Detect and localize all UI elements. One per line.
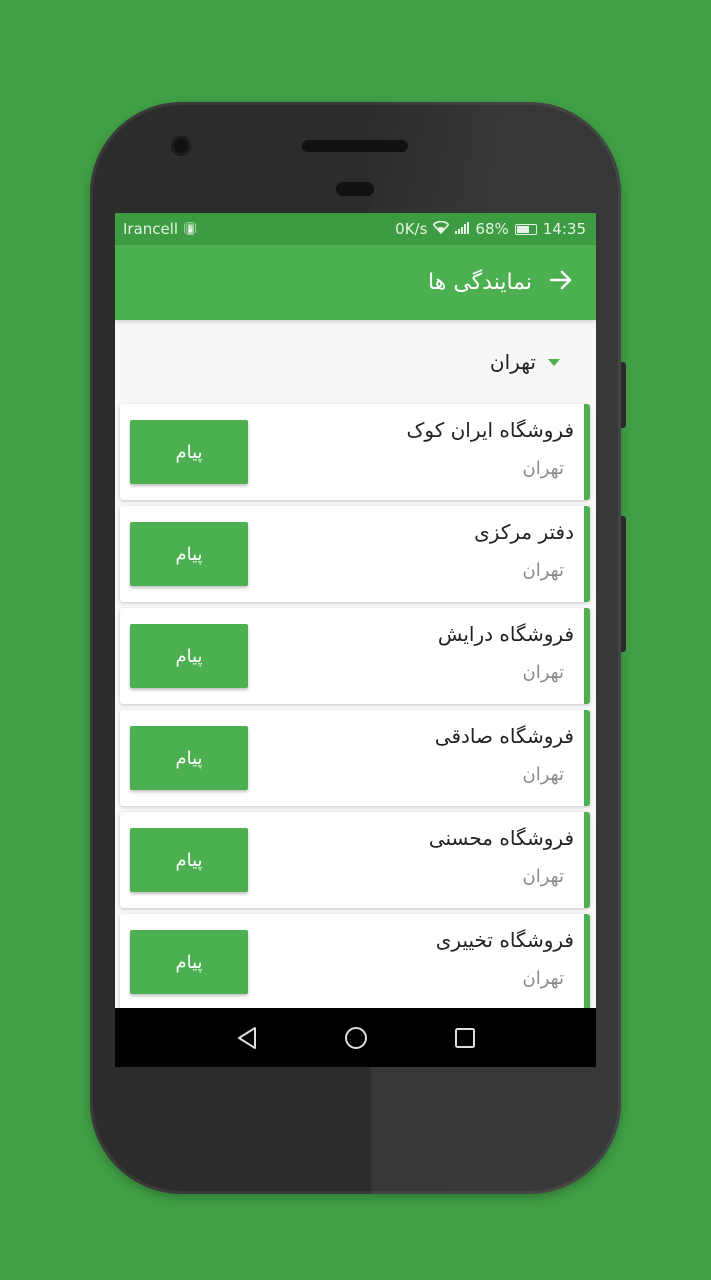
vibrate-icon: 📳︎ [182,221,199,237]
power-button [621,362,626,428]
page-title: نمایندگی ها [428,270,532,295]
message-button[interactable]: پیام [130,420,248,484]
nav-recents-icon[interactable] [454,1027,476,1049]
city-filter-dropdown[interactable]: تهران [115,320,596,404]
earpiece-speaker [302,140,408,152]
signal-icon [455,220,470,238]
message-button[interactable]: پیام [130,624,248,688]
arrow-right-icon[interactable] [548,267,574,299]
wifi-icon [432,220,451,238]
dropdown-caret-icon [548,358,560,366]
message-button[interactable]: پیام [130,522,248,586]
city-filter-value: تهران [489,350,536,374]
dealer-name: دفتر مرکزی [474,520,574,544]
message-button[interactable]: پیام [130,930,248,994]
dealer-city: تهران [522,968,564,989]
app-screen: Irancell 📳︎ 0K/s 68% 14:35 نمایندگی ها ت… [115,213,596,1067]
dealer-name: فروشگاه تخییری [435,928,574,952]
dealer-card[interactable]: فروشگاه تخییری تهران پیام [120,914,590,1010]
front-camera [171,136,191,156]
dealer-card[interactable]: فروشگاه محسنی تهران پیام [120,812,590,908]
app-bar: نمایندگی ها [115,245,596,320]
dealer-name: فروشگاه صادقی [434,724,574,748]
network-speed: 0K/s [395,220,428,238]
clock: 14:35 [542,220,586,238]
dealer-city: تهران [522,866,564,887]
message-button[interactable]: پیام [130,828,248,892]
carrier-label: Irancell [123,220,179,238]
dealer-card[interactable]: فروشگاه صادقی تهران پیام [120,710,590,806]
status-bar: Irancell 📳︎ 0K/s 68% 14:35 [115,213,596,245]
dealer-name: فروشگاه ایران کوک [406,418,575,442]
nav-home-icon[interactable] [344,1026,368,1050]
battery-percent: 68% [475,220,509,238]
message-button[interactable]: پیام [130,726,248,790]
dealer-card[interactable]: دفتر مرکزی تهران پیام [120,506,590,602]
dealer-card[interactable]: فروشگاه ایران کوک تهران پیام [120,404,590,500]
dealer-name: فروشگاه محسنی [428,826,574,850]
dealer-name: فروشگاه درایش [437,622,574,646]
dealer-city: تهران [522,662,564,683]
volume-button [621,516,626,652]
battery-icon [514,223,537,235]
dealer-card[interactable]: فروشگاه درایش تهران پیام [120,608,590,704]
nav-back-icon[interactable] [236,1026,258,1050]
dealer-city: تهران [522,458,564,479]
system-nav-bar [115,1008,596,1067]
proximity-sensor [336,182,374,196]
dealer-city: تهران [522,764,564,785]
dealer-city: تهران [522,560,564,581]
